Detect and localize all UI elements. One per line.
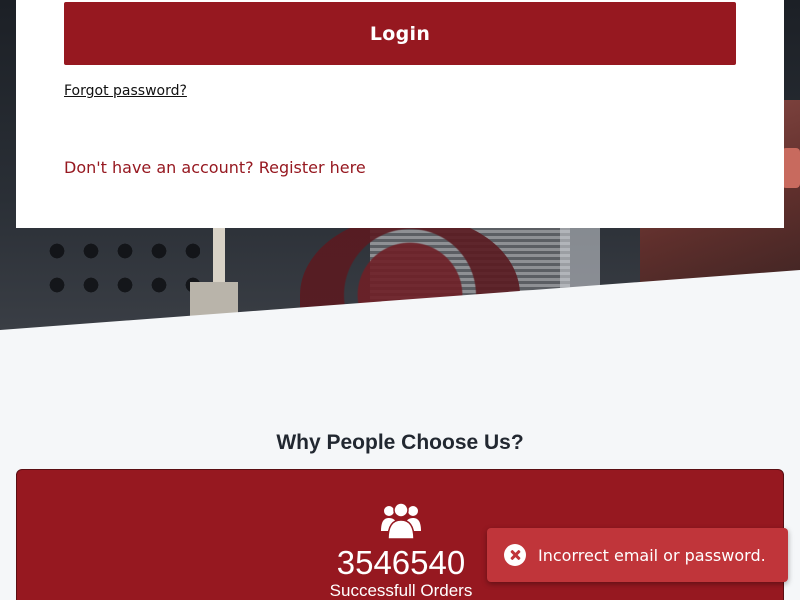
orders-label: Successfull Orders bbox=[329, 581, 473, 600]
error-circle-icon bbox=[504, 544, 526, 566]
login-button[interactable]: Login bbox=[64, 2, 736, 65]
forgot-password-link[interactable]: Forgot password? bbox=[64, 83, 187, 99]
register-link[interactable]: Don't have an account? Register here bbox=[64, 158, 366, 177]
toast-message: Incorrect email or password. bbox=[538, 545, 766, 565]
why-choose-title: Why People Choose Us? bbox=[276, 431, 524, 454]
login-card: Login Forgot password? Don't have an acc… bbox=[16, 0, 784, 228]
users-icon bbox=[381, 502, 421, 540]
error-toast[interactable]: Incorrect email or password. bbox=[487, 528, 788, 582]
hero-photo-light bbox=[782, 148, 800, 188]
